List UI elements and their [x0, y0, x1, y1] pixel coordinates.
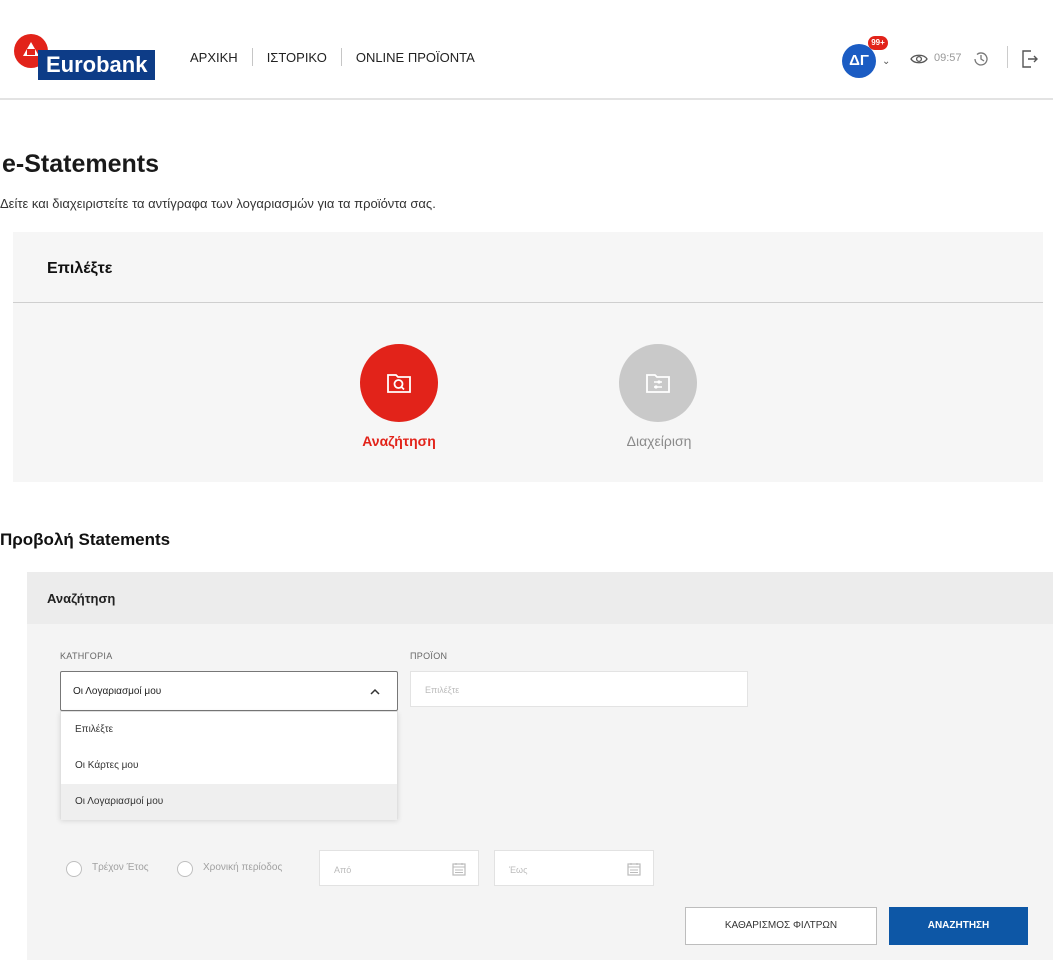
- selector-divider: [13, 302, 1043, 303]
- current-year-radio[interactable]: [66, 861, 82, 877]
- category-dropdown-menu: Επιλέξτε Οι Κάρτες μου Οι Λογαριασμοί μο…: [60, 711, 398, 820]
- chevron-down-icon[interactable]: ⌄: [882, 56, 890, 67]
- eurobank-wordmark: Eurobank: [38, 50, 156, 80]
- nav-home[interactable]: ΑΡΧΙΚΗ: [190, 50, 238, 65]
- search-panel-title: Αναζήτηση: [47, 591, 116, 606]
- nav-separator: [340, 48, 342, 66]
- product-select[interactable]: Επιλέξτε: [410, 671, 748, 707]
- logout-icon[interactable]: [1021, 49, 1039, 74]
- date-from-input[interactable]: Από: [319, 850, 479, 886]
- category-dropdown[interactable]: Οι Λογαριασμοί μου: [60, 671, 398, 711]
- search-panel-header: Αναζήτηση: [27, 572, 1053, 624]
- mode-selector-panel: Επιλέξτε Αναζήτηση Διαχείριση: [13, 232, 1043, 482]
- category-selected-value: Οι Λογαριασμοί μου: [73, 686, 162, 697]
- category-label: ΚΑΤΗΓΟΡΙΑ: [60, 651, 113, 661]
- session-timer: 09:57: [934, 52, 962, 64]
- time-period-label[interactable]: Χρονική περίοδος: [203, 862, 282, 873]
- nav-online-products[interactable]: ONLINE ΠΡΟΪΟΝΤΑ: [356, 50, 475, 65]
- top-header: Eurobank ΑΡΧΙΚΗ ΙΣΤΟΡΙΚΟ ONLINE ΠΡΟΪΟΝΤΑ…: [0, 0, 1053, 100]
- statements-section-title: Προβολή Statements: [0, 530, 171, 549]
- calendar-icon[interactable]: [627, 862, 641, 876]
- date-to-placeholder: Έως: [509, 865, 528, 875]
- calendar-icon[interactable]: [452, 862, 466, 876]
- chevron-up-icon: [369, 685, 381, 703]
- product-label: ΠΡΟΪΟΝ: [410, 651, 448, 661]
- selector-title: Επιλέξτε: [47, 260, 113, 277]
- category-option-selected[interactable]: Οι Λογαριασμοί μου: [61, 784, 397, 820]
- search-mode-button[interactable]: [360, 344, 438, 422]
- date-from-placeholder: Από: [334, 865, 352, 875]
- nav-history[interactable]: ΙΣΤΟΡΙΚΟ: [267, 50, 327, 65]
- search-button[interactable]: ΑΝΑΖΗΤΗΣΗ: [889, 907, 1028, 945]
- eurobank-logo[interactable]: Eurobank: [14, 34, 174, 80]
- category-option[interactable]: Οι Κάρτες μου: [61, 748, 397, 784]
- product-placeholder: Επιλέξτε: [425, 685, 460, 695]
- folder-settings-icon: [646, 374, 670, 393]
- manage-mode-label[interactable]: Διαχείριση: [609, 433, 709, 449]
- eye-icon[interactable]: [910, 52, 928, 70]
- search-mode-label[interactable]: Αναζήτηση: [353, 433, 445, 449]
- page-subtitle: Δείτε και διαχειριστείτε τα αντίγραφα τω…: [0, 196, 436, 211]
- page-title: e-Statements: [2, 150, 159, 178]
- category-option[interactable]: Επιλέξτε: [61, 712, 397, 748]
- nav-separator: [251, 48, 253, 66]
- history-icon[interactable]: [972, 50, 990, 73]
- current-year-label[interactable]: Τρέχον Έτος: [92, 862, 149, 873]
- clear-filters-button[interactable]: ΚΑΘΑΡΙΣΜΟΣ ΦΙΛΤΡΩΝ: [685, 907, 877, 945]
- folder-search-icon: [387, 374, 411, 393]
- header-divider: [1007, 46, 1008, 68]
- main-nav: ΑΡΧΙΚΗ ΙΣΤΟΡΙΚΟ ONLINE ΠΡΟΪΟΝΤΑ: [190, 48, 475, 66]
- date-to-input[interactable]: Έως: [494, 850, 654, 886]
- manage-mode-button[interactable]: [619, 344, 697, 422]
- notification-badge: 99+: [868, 36, 888, 50]
- time-period-radio[interactable]: [177, 861, 193, 877]
